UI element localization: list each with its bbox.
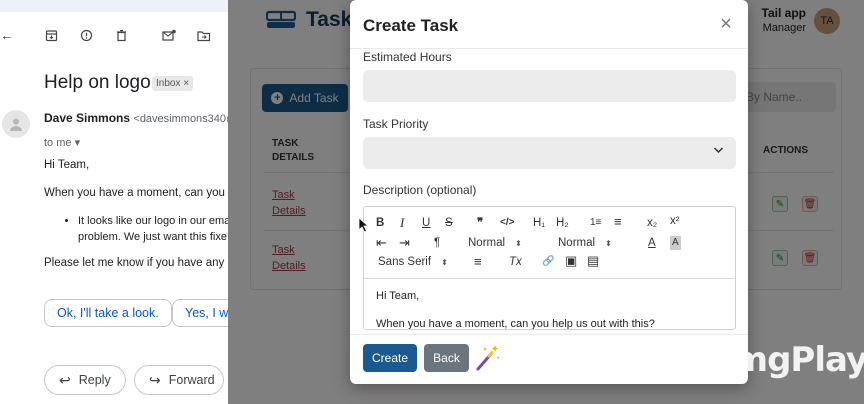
- gmail-toolbar: ←: [0, 24, 240, 48]
- magic-wand-icon[interactable]: [474, 342, 502, 372]
- header-select[interactable]: Normal ⬍: [558, 236, 612, 251]
- recipient-dropdown[interactable]: to me ▾: [44, 136, 80, 149]
- email-line: Please let me know if you have any ques: [44, 257, 240, 269]
- chevron-down-icon: [713, 147, 724, 154]
- reply-icon: ↩: [59, 371, 71, 388]
- strike-icon[interactable]: S: [445, 216, 453, 230]
- indent-icon[interactable]: ⇥: [399, 236, 410, 250]
- email-subject: Help on logo: [44, 72, 151, 93]
- italic-icon[interactable]: I: [400, 216, 404, 230]
- reply-button[interactable]: ↩ Reply: [44, 365, 126, 395]
- highlight-icon[interactable]: A: [670, 236, 681, 250]
- bullet-list-icon[interactable]: ≡: [614, 215, 622, 229]
- clear-format-icon[interactable]: Tx: [509, 255, 522, 269]
- mark-unread-icon[interactable]: [158, 24, 180, 46]
- updown-icon: ⬍: [605, 239, 612, 248]
- align-icon[interactable]: ≡: [474, 255, 482, 269]
- mouse-cursor-icon: [358, 217, 370, 233]
- task-priority-label: Task Priority: [363, 117, 429, 131]
- smart-reply-chip[interactable]: Ok, I'll take a look.: [44, 299, 172, 327]
- description-label: Description (optional): [363, 183, 477, 197]
- heading1-icon[interactable]: H₁: [533, 216, 545, 230]
- blockquote-icon[interactable]: ❞: [477, 216, 483, 230]
- outdent-icon[interactable]: ⇤: [376, 236, 387, 250]
- sender-email: <davesimmons340@gm: [133, 113, 240, 125]
- bold-icon[interactable]: B: [376, 216, 384, 230]
- description-editor[interactable]: B I U S ❞ </> H₁ H₂ 1≡ ≡ x₂ x² ⇤ ⇥ ¶ Nor…: [363, 206, 736, 330]
- reply-label: Reply: [78, 373, 111, 387]
- email-greeting: Hi Team,: [44, 159, 90, 171]
- forward-button[interactable]: ↪ Forward: [134, 365, 224, 395]
- email-line: When you have a moment, can you help: [44, 187, 240, 199]
- underline-icon[interactable]: U: [422, 216, 430, 230]
- person-icon: [10, 118, 22, 131]
- create-button[interactable]: Create: [363, 344, 417, 372]
- watermark: imgPlay: [722, 340, 864, 380]
- font-color-icon[interactable]: A: [648, 236, 656, 250]
- close-icon[interactable]: ×: [716, 14, 736, 34]
- email-body: Hi Team, When you have a moment, can you…: [44, 157, 240, 283]
- email-bullet: It looks like our logo in our ema proble…: [78, 213, 240, 245]
- estimated-hours-input[interactable]: [363, 70, 736, 102]
- editor-toolbar: B I U S ❞ </> H₁ H₂ 1≡ ≡ x₂ x² ⇤ ⇥ ¶ Nor…: [364, 207, 735, 279]
- back-button[interactable]: Back: [424, 344, 469, 372]
- forward-icon: ↪: [149, 371, 161, 388]
- updown-icon: ⬍: [441, 258, 448, 267]
- trash-icon[interactable]: [110, 24, 132, 46]
- text-direction-icon[interactable]: ¶: [434, 236, 440, 250]
- editor-line: When you have a moment, can you help us …: [376, 318, 655, 330]
- size-select[interactable]: Normal ⬍: [468, 236, 522, 251]
- video-icon[interactable]: ▤: [587, 254, 599, 268]
- code-icon[interactable]: </>: [500, 216, 514, 230]
- editor-content[interactable]: Hi Team, When you have a moment, can you…: [376, 289, 655, 330]
- gmail-pane: ← Help on logo Inbox × Dave Simmons <dav…: [0, 0, 240, 404]
- updown-icon: ⬍: [515, 239, 522, 248]
- estimated-hours-label: Estimated Hours: [363, 50, 452, 64]
- font-select-value: Sans Serif: [378, 256, 432, 268]
- browser-strip: [0, 0, 240, 12]
- image-icon[interactable]: ▣: [565, 254, 577, 268]
- move-to-icon[interactable]: [193, 24, 215, 46]
- ordered-list-icon[interactable]: 1≡: [590, 216, 601, 230]
- modal-divider: [350, 334, 748, 335]
- inbox-label-badge[interactable]: Inbox ×: [152, 76, 194, 91]
- font-family-select[interactable]: Sans Serif ⬍: [378, 255, 448, 270]
- create-task-modal: Create Task × Estimated Hours Task Prior…: [350, 0, 748, 384]
- header-select-value: Normal: [558, 237, 596, 249]
- archive-icon[interactable]: [40, 24, 62, 46]
- sender-line: Dave Simmons <davesimmons340@gm: [44, 111, 240, 125]
- editor-line: Hi Team,: [376, 290, 420, 302]
- bullet-line: It looks like our logo in our ema: [78, 215, 231, 227]
- size-select-value: Normal: [468, 237, 506, 249]
- superscript-icon[interactable]: x²: [670, 214, 680, 228]
- sender-name: Dave Simmons: [44, 111, 131, 125]
- bullet-line: problem. We just want this fixe: [78, 231, 227, 243]
- sender-avatar: [2, 110, 30, 138]
- task-priority-select[interactable]: [363, 137, 736, 169]
- back-arrow-icon[interactable]: ←: [0, 24, 18, 46]
- forward-label: Forward: [168, 373, 215, 387]
- report-icon[interactable]: [75, 24, 97, 46]
- link-icon[interactable]: 🔗: [542, 255, 554, 269]
- subscript-icon[interactable]: x₂: [647, 216, 657, 230]
- modal-title: Create Task: [363, 16, 459, 35]
- email-bullet-list: It looks like our logo in our ema proble…: [78, 213, 240, 245]
- modal-divider: [350, 48, 748, 49]
- heading2-icon[interactable]: H₂: [556, 216, 569, 230]
